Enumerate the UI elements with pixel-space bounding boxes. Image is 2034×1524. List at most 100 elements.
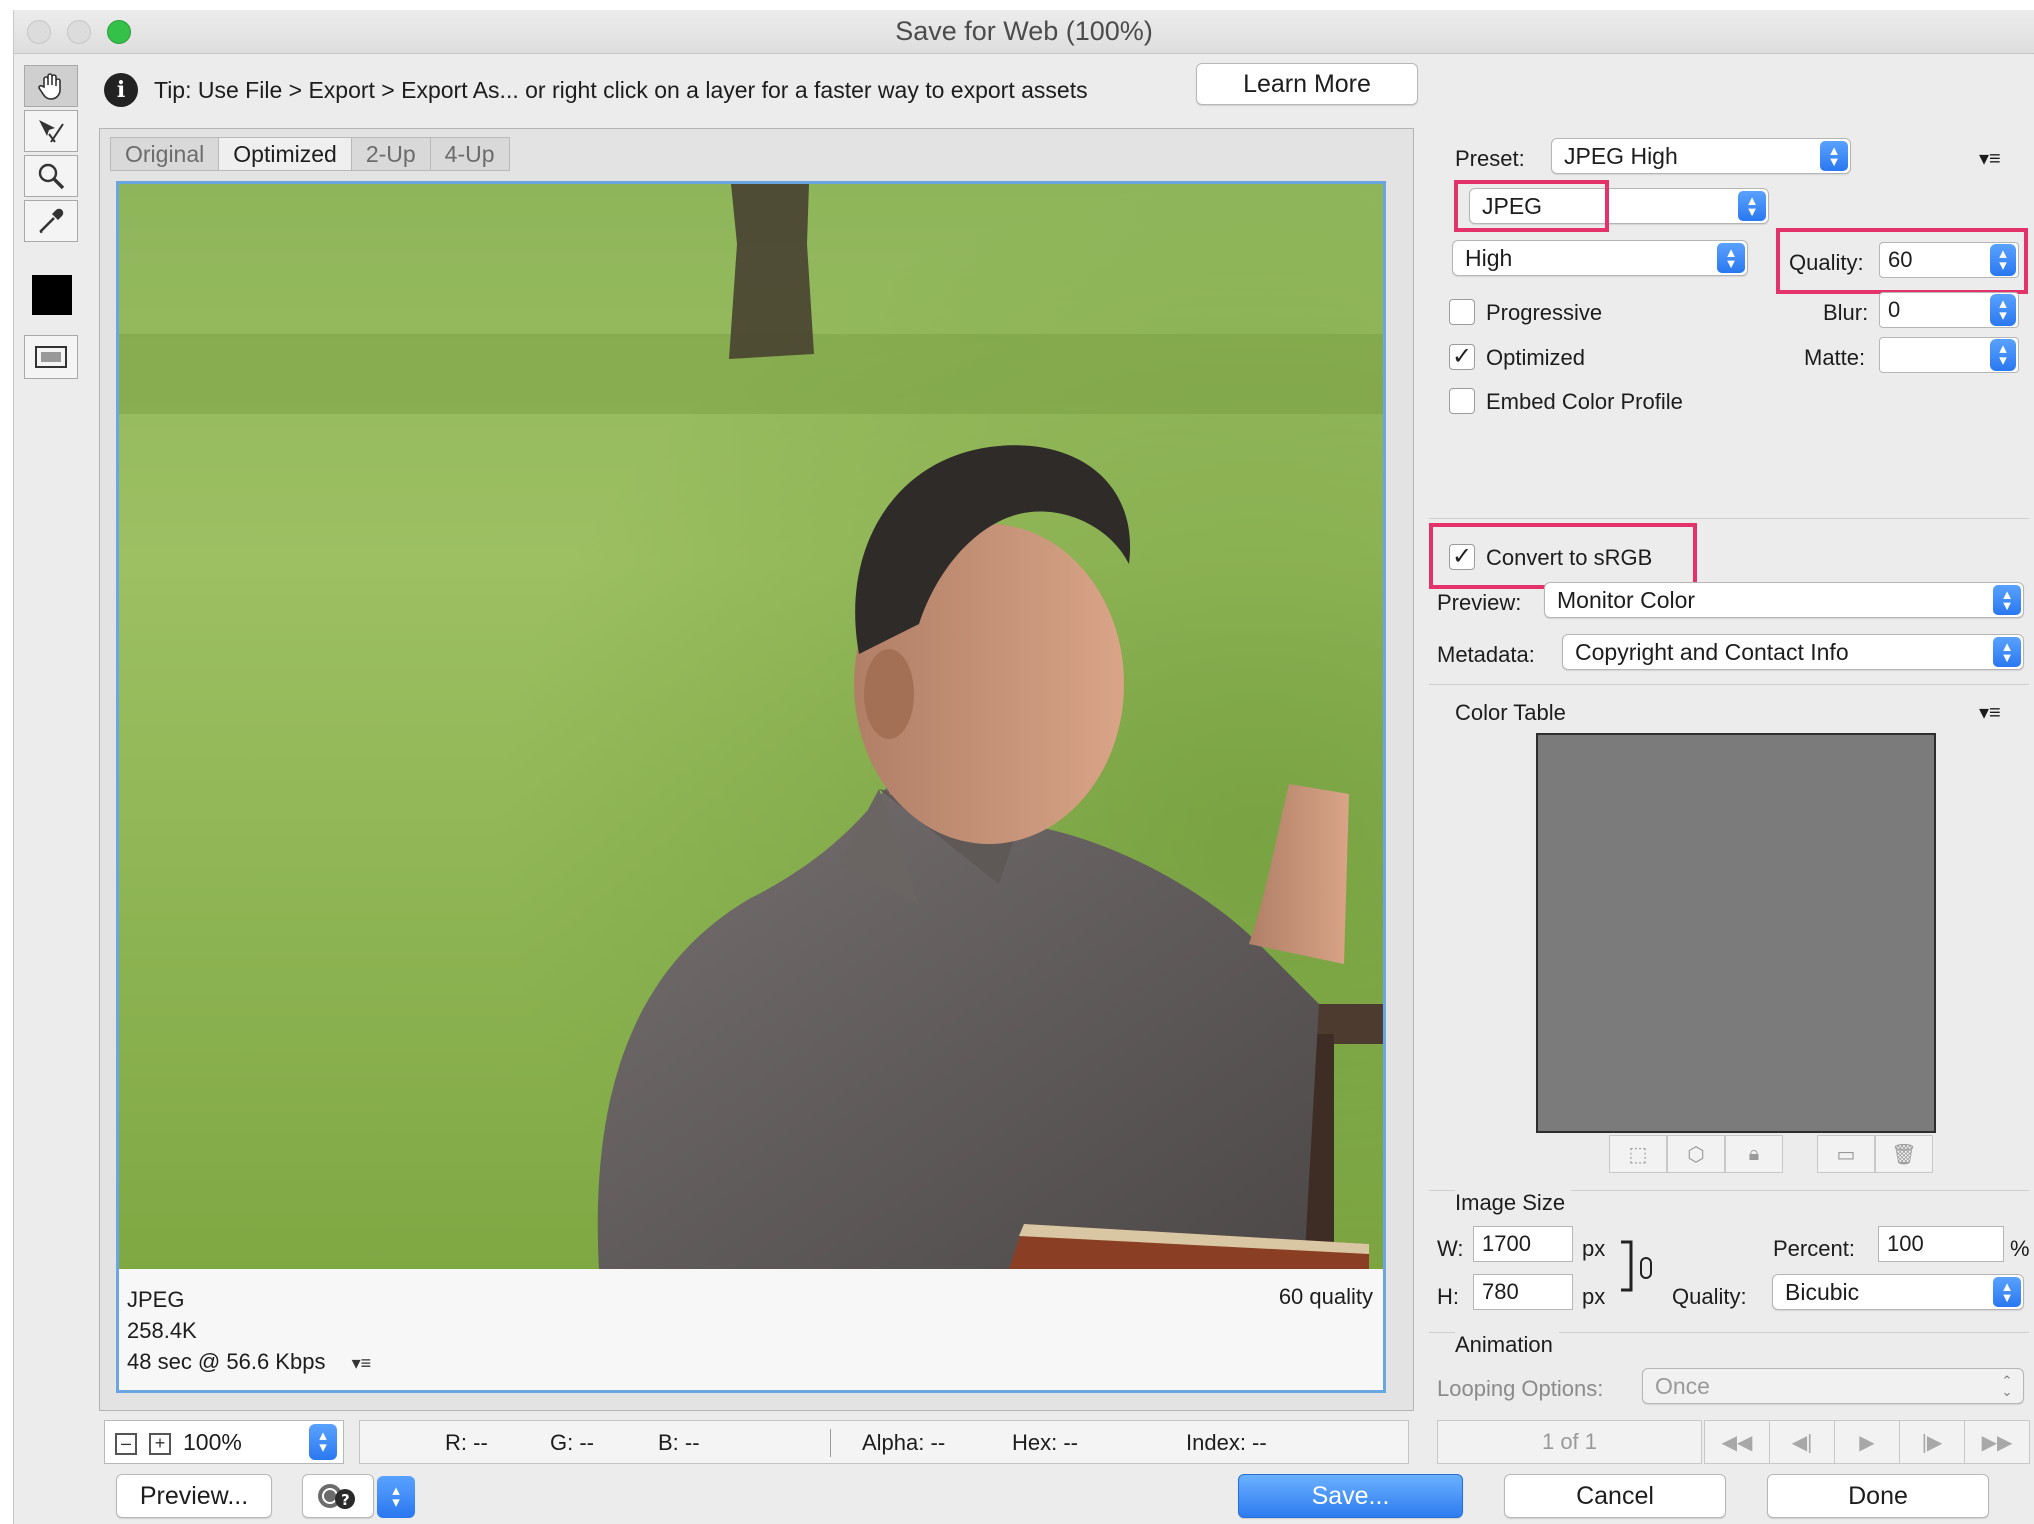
window-title: Save for Web (100%) (895, 16, 1153, 46)
next-frame-icon[interactable]: |▶ (1899, 1420, 1965, 1464)
readout-hex: Hex: -- (1012, 1430, 1078, 1455)
color-table-tools: ⬚ ⬡ 🔒︎ (1609, 1135, 1783, 1175)
metadata-select[interactable]: Copyright and Contact Info ▲ ▼ (1562, 634, 2024, 670)
done-button[interactable]: Done (1767, 1474, 1989, 1518)
optimized-checkbox[interactable]: ✓ (1449, 344, 1475, 370)
percent-unit: % (2010, 1236, 2030, 1261)
readout-divider (830, 1429, 831, 1457)
optimize-menu-icon[interactable]: ▾≡ (1979, 146, 2001, 171)
zoom-level[interactable]: 100% (183, 1429, 242, 1456)
eyedropper-color-swatch[interactable] (32, 275, 72, 315)
matte-stepper[interactable]: ▴ ▾ (1990, 339, 2016, 371)
compression-value: High (1465, 244, 1513, 271)
format-highlight (1454, 180, 1609, 232)
download-speed-menu-icon[interactable]: ▾≡ (352, 1353, 372, 1373)
blur-value: 0 (1888, 297, 1901, 322)
hand-icon (38, 73, 61, 100)
previous-frame-icon[interactable]: ◀| (1769, 1420, 1835, 1464)
metadata-label: Metadata: (1437, 642, 1535, 667)
toggle-slices-visibility[interactable] (24, 335, 78, 379)
height-unit: px (1582, 1284, 1606, 1309)
looping-options-select[interactable]: Once ⌃ ⌄ (1642, 1368, 2024, 1404)
width-field[interactable]: 1700 (1473, 1226, 1573, 1262)
metadata-value: Copyright and Contact Info (1575, 638, 1849, 665)
chevron-updown-icon: ▲ ▼ (1993, 637, 2021, 667)
chevron-updown-icon: ⌃ ⌄ (2001, 1373, 2013, 1399)
image-info: JPEG 258.4K 48 sec @ 56.6 Kbps ▾≡ (127, 1284, 371, 1379)
preset-value: JPEG High (1564, 142, 1678, 169)
optimized-image-panel: JPEG 258.4K 48 sec @ 56.6 Kbps ▾≡ 60 qua… (116, 181, 1386, 1393)
progressive-checkbox[interactable] (1449, 299, 1475, 325)
preview-color-value: Monitor Color (1557, 586, 1696, 613)
resample-quality-value: Bicubic (1785, 1278, 1860, 1305)
tab-optimized[interactable]: Optimized (218, 137, 352, 171)
chevron-updown-icon: ▲ ▼ (1993, 585, 2021, 615)
cancel-button[interactable]: Cancel (1504, 1474, 1726, 1518)
info-icon: i (104, 73, 138, 107)
tip-text: Tip: Use File > Export > Export As... or… (154, 76, 1088, 103)
download-time-row: 48 sec @ 56.6 Kbps ▾≡ (127, 1346, 371, 1379)
new-color-icon[interactable]: ▭ (1817, 1135, 1875, 1173)
slices-visibility-icon (35, 346, 67, 368)
color-readout-bar: R: -- G: -- B: -- Alpha: -- Hex: -- Inde… (359, 1420, 1409, 1464)
percent-field[interactable]: 100 (1878, 1226, 2004, 1262)
first-frame-icon[interactable]: ◀◀ (1704, 1420, 1770, 1464)
hand-tool[interactable] (24, 65, 78, 107)
constrain-proportions-link-icon[interactable] (1619, 1238, 1659, 1298)
quality-highlight (1776, 228, 2028, 294)
image-size-title: Image Size (1455, 1190, 1572, 1216)
save-for-web-window: Save for Web (100%) i Tip: Use File > Ex… (13, 10, 2034, 1524)
view-tabs: Original Optimized 2-Up 4-Up (110, 137, 510, 171)
color-table-title: Color Table (1455, 700, 1566, 725)
section-divider (1429, 518, 2029, 519)
download-time: 48 sec @ 56.6 Kbps (127, 1349, 326, 1374)
looping-options-label: Looping Options: (1437, 1376, 1604, 1401)
save-button[interactable]: Save... (1238, 1474, 1463, 1518)
preset-label: Preset: (1455, 146, 1525, 171)
tab-4-up[interactable]: 4-Up (429, 137, 510, 171)
preview-button[interactable]: Preview... (116, 1474, 272, 1518)
color-table-menu-icon[interactable]: ▾≡ (1979, 700, 2001, 725)
zoom-tool[interactable] (24, 155, 78, 197)
color-table-actions: ▭ 🗑︎ (1817, 1135, 1933, 1175)
slice-select-icon (39, 120, 64, 143)
device-central-button[interactable]: ? (302, 1474, 374, 1518)
web-shift-icon[interactable]: ⬡ (1667, 1135, 1725, 1173)
lock-color-icon[interactable]: 🔒︎ (1725, 1135, 1783, 1173)
browser-select-stepper[interactable]: ▴ ▾ (377, 1476, 415, 1518)
tip-bar: i Tip: Use File > Export > Export As... … (104, 65, 1088, 115)
learn-more-button[interactable]: Learn More (1196, 63, 1418, 105)
compression-select[interactable]: High ▲ ▼ (1452, 240, 1748, 276)
preview-area: Original Optimized 2-Up 4-Up JPEG 258.4K… (99, 128, 1414, 1411)
resample-quality-select[interactable]: Bicubic ▲ ▼ (1772, 1274, 2024, 1310)
chevron-updown-icon: ▲ ▼ (1820, 141, 1848, 171)
readout-b: B: -- (658, 1430, 700, 1455)
preview-photo[interactable] (119, 184, 1383, 1269)
blur-field[interactable]: 0 ▴ ▾ (1879, 292, 2019, 328)
tab-2-up[interactable]: 2-Up (350, 137, 431, 171)
image-format: JPEG (127, 1287, 185, 1312)
magnifier-icon (38, 163, 65, 190)
map-to-transparent-icon[interactable]: ⬚ (1609, 1135, 1667, 1173)
blur-stepper[interactable]: ▴ ▾ (1990, 294, 2016, 326)
frame-count: 1 of 1 (1437, 1420, 1702, 1464)
slice-select-tool[interactable] (24, 110, 78, 152)
title-bar: Save for Web (100%) (14, 10, 2034, 54)
play-icon[interactable]: ▶ (1834, 1420, 1900, 1464)
zoom-stepper[interactable]: ▴ ▾ (309, 1424, 337, 1460)
embed-color-profile-checkbox[interactable] (1449, 388, 1475, 414)
zoom-out-button[interactable]: – (115, 1433, 137, 1455)
matte-field[interactable]: ▴ ▾ (1879, 337, 2019, 373)
optimized-label: Optimized (1486, 345, 1586, 370)
eyedropper-icon (39, 208, 64, 234)
tab-original[interactable]: Original (110, 137, 220, 171)
height-field[interactable]: 780 (1473, 1274, 1573, 1310)
last-frame-icon[interactable]: ▶▶ (1964, 1420, 2030, 1464)
preview-color-select[interactable]: Monitor Color ▲ ▼ (1544, 582, 2024, 618)
zoom-in-button[interactable]: + (149, 1433, 171, 1455)
preset-select[interactable]: JPEG High ▲ ▼ (1551, 138, 1851, 174)
preview-label: Preview: (1437, 590, 1522, 615)
eyedropper-tool[interactable] (24, 200, 78, 242)
color-table[interactable] (1536, 733, 1936, 1133)
trash-icon[interactable]: 🗑︎ (1875, 1135, 1933, 1173)
